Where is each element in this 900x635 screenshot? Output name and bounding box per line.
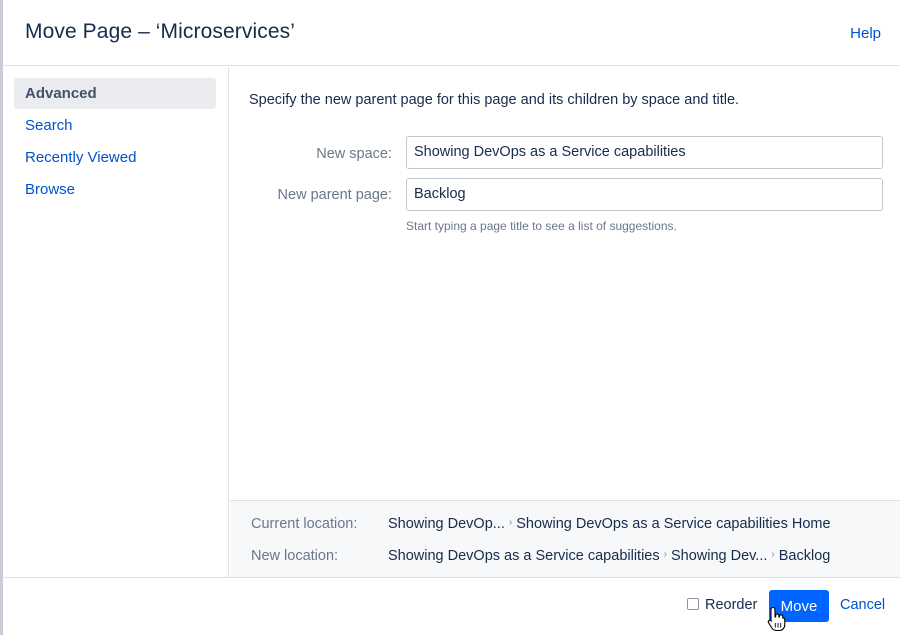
reorder-label: Reorder [705, 597, 758, 613]
breadcrumb-segment: Showing Dev... [670, 548, 768, 564]
new-location-label: New location: [251, 548, 339, 564]
chevron-right-icon: › [663, 549, 667, 560]
nav-item-browse[interactable]: Browse [14, 174, 216, 205]
current-location-path: Showing DevOp... › Showing DevOps as a Ser… [388, 516, 831, 532]
suggestion-hint: Start typing a page title to see a list … [406, 219, 677, 233]
help-link[interactable]: Help [850, 25, 881, 42]
dialog-footer: Reorder Move Cancel [3, 577, 900, 635]
chevron-right-icon: › [771, 549, 775, 560]
dialog-header: Move Page – ‘Microservices’ Help [3, 0, 900, 66]
cancel-link[interactable]: Cancel [840, 597, 885, 613]
nav-item-advanced[interactable]: Advanced [14, 78, 216, 109]
move-page-dialog: Move Page – ‘Microservices’ Help Advance… [0, 0, 900, 635]
nav-item-search[interactable]: Search [14, 110, 216, 141]
reorder-option[interactable]: Reorder [687, 597, 757, 613]
current-location-label: Current location: [251, 516, 358, 532]
breadcrumb-segment: Showing DevOps as a Service capabilities [388, 548, 660, 564]
reorder-checkbox[interactable] [687, 598, 699, 610]
new-location-path: Showing DevOps as a Service capabilities… [388, 548, 830, 564]
new-space-input[interactable]: Showing DevOps as a Service capabilities [406, 136, 883, 169]
new-parent-page-label: New parent page: [277, 187, 392, 203]
breadcrumb-segment: Showing DevOps as a Service capabilities… [516, 516, 831, 532]
nav-item-recently-viewed[interactable]: Recently Viewed [14, 142, 216, 173]
hand-pointer-icon [767, 606, 786, 632]
breadcrumb-segment: Showing DevOp... [388, 516, 505, 532]
sidebar-nav: Advanced Search Recently Viewed Browse [3, 67, 229, 577]
new-parent-page-input[interactable]: Backlog [406, 178, 883, 211]
advanced-panel: Specify the new parent page for this pag… [230, 67, 900, 500]
new-space-label: New space: [316, 146, 392, 162]
chevron-right-icon: › [508, 517, 513, 528]
instruction-text: Specify the new parent page for this pag… [249, 92, 740, 108]
dialog-title: Move Page – ‘Microservices’ [25, 20, 295, 43]
location-panel: Current location: Showing DevOp... › Showi… [230, 500, 900, 577]
breadcrumb-segment: Backlog [778, 548, 831, 564]
